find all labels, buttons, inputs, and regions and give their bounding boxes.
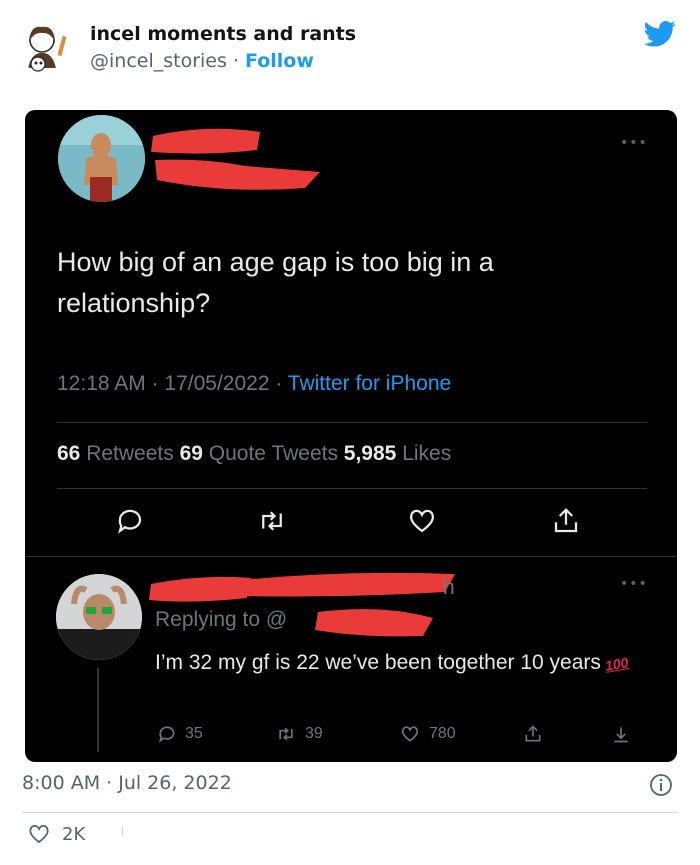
- reply-body: I’m 32 my gf is 22 we’ve been together 1…: [155, 651, 601, 674]
- download-icon: [614, 727, 628, 743]
- poster-avatar: [58, 115, 145, 202]
- reply-time: h: [443, 576, 455, 599]
- replier-avatar: [56, 574, 142, 660]
- embed-header: incel moments and rants @incel_stories ·…: [0, 0, 700, 100]
- account-handle[interactable]: @incel_stories: [90, 50, 227, 72]
- quote-tweet-count: 69: [179, 442, 203, 465]
- divider: [57, 488, 647, 489]
- tweet-text: How big of an age gap is too big in a re…: [57, 247, 494, 318]
- follow-button[interactable]: Follow: [245, 50, 314, 72]
- tweet-timestamp[interactable]: 8:00 AM · Jul 26, 2022: [22, 772, 232, 794]
- tweet-screenshot-image: ••• How big of an age gap is too big in …: [25, 110, 677, 762]
- retweet-count: 66: [57, 442, 81, 465]
- reply-replies-count: 35: [185, 725, 203, 742]
- likes-label: Likes: [396, 442, 452, 465]
- like-button[interactable]: 2K: [26, 822, 85, 846]
- account-avatar[interactable]: [20, 22, 72, 74]
- thread-line: [97, 668, 99, 752]
- retweets-label: Retweets: [80, 442, 180, 465]
- reply-download: [611, 724, 631, 744]
- share-icon: [554, 508, 578, 533]
- divider: [57, 422, 647, 423]
- heart-icon: [409, 509, 435, 533]
- divider: [25, 556, 677, 557]
- reply-icon: [118, 509, 142, 534]
- reply-icon: [158, 726, 175, 743]
- footer-divider: [22, 812, 678, 813]
- tweet-more-icon: •••: [620, 135, 648, 151]
- footer-separator: [122, 826, 123, 836]
- retweet-icon: [262, 511, 282, 531]
- retweet-icon: [279, 727, 293, 741]
- reply-likes-count: 780: [429, 725, 456, 742]
- replying-to: Replying to @: [155, 608, 288, 631]
- hundred-emoji: 100: [603, 654, 630, 674]
- twitter-bird-icon[interactable]: [644, 20, 676, 48]
- info-icon[interactable]: [649, 773, 673, 797]
- reply-more-icon: •••: [620, 576, 648, 592]
- reply-likes: 780: [399, 724, 456, 744]
- heart-icon: [401, 726, 419, 742]
- tweet-stats: 66 Retweets 69 Quote Tweets 5,985 Likes: [57, 442, 451, 466]
- tweet-source: Twitter for iPhone: [287, 372, 452, 395]
- like-count-inner: 5,985: [343, 442, 397, 465]
- like-count: 2K: [62, 823, 86, 845]
- share-icon: [525, 725, 541, 742]
- account-name[interactable]: incel moments and rants: [90, 23, 356, 45]
- separator: ·: [226, 50, 246, 72]
- quote-tweets-label: Quote Tweets: [202, 442, 344, 465]
- handle-row: @incel_stories · Follow: [90, 50, 314, 72]
- reply-replies: 35: [157, 724, 203, 744]
- reply-share: [523, 724, 543, 744]
- heart-icon: [29, 824, 49, 844]
- tweet-time: 12:18 AM · 17/05/2022 ·: [57, 372, 288, 395]
- reply-text: I’m 32 my gf is 22 we’ve been together 1…: [155, 646, 655, 681]
- reply-retweets: 39: [275, 724, 323, 744]
- redaction-mark: [151, 128, 320, 190]
- tweet-meta: 12:18 AM · 17/05/2022 · Twitter for iPho…: [57, 372, 451, 396]
- reply-retweets-count: 39: [305, 725, 323, 742]
